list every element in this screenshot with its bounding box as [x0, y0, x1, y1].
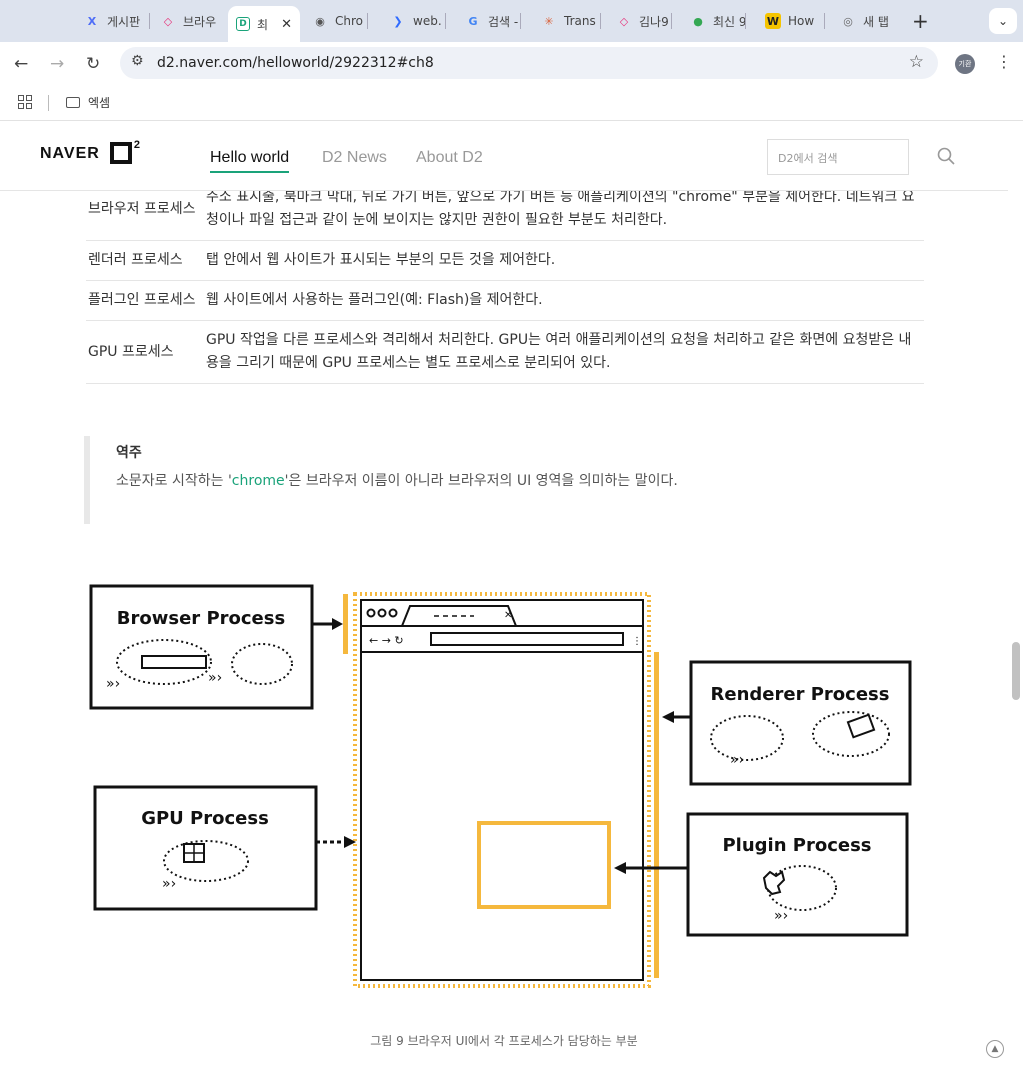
apps-grid-icon[interactable] — [18, 95, 32, 109]
process-desc: 주소 표시줄, 북마크 막대, 뒤로 가기 버튼, 앞으로 가기 버튼 등 애플… — [204, 190, 924, 241]
browser-window-mockup: ✕ ← → ↻ ⋮ — [343, 592, 659, 988]
process-desc: GPU 작업을 다른 프로세스와 격리해서 처리한다. GPU는 여러 애플리케… — [204, 320, 924, 384]
nav-about-d2[interactable]: About D2 — [416, 149, 483, 167]
note-body: 소문자로 시작하는 'chrome'은 브라우저 이름이 아니라 브라우저의 U… — [116, 473, 678, 489]
reload-button[interactable]: ↻ — [86, 54, 100, 74]
chrome-icon: ◎ — [843, 14, 853, 28]
process-name: 플러그인 프로세스 — [86, 280, 204, 321]
svg-text:Browser Process: Browser Process — [117, 608, 285, 629]
table-row: 플러그인 프로세스 웹 사이트에서 사용하는 플러그인(예: Flash)을 제… — [86, 280, 924, 321]
svg-text:Renderer Process: Renderer Process — [711, 684, 890, 705]
table-row: GPU 프로세스 GPU 작업을 다른 프로세스와 격리해서 처리한다. GPU… — [86, 320, 924, 384]
forward-button[interactable]: → — [50, 54, 64, 74]
process-name: GPU 프로세스 — [86, 320, 204, 384]
clickup-icon: ◇ — [163, 14, 173, 28]
close-tab-icon[interactable]: ✕ — [281, 17, 292, 32]
site-search-input[interactable]: D2에서 검색 — [767, 139, 909, 175]
page-scrollbar-thumb[interactable] — [1012, 642, 1020, 700]
url-text[interactable]: d2.naver.com/helloworld/2922312#ch8 — [157, 55, 434, 71]
site-settings-icon[interactable]: ⚙ — [131, 53, 144, 69]
article-content: 브라우저 프로세스 주소 표시줄, 북마크 막대, 뒤로 가기 버튼, 앞으로 … — [0, 190, 1008, 1080]
bookmarks-bar: 엑셈 — [0, 86, 1023, 121]
table-row: 렌더러 프로세스 탭 안에서 웹 사이트가 표시되는 부분의 모든 것을 제어한… — [86, 240, 924, 281]
nav-d2-news[interactable]: D2 News — [322, 149, 387, 167]
page-scrollbar-track[interactable] — [1008, 121, 1023, 1080]
d2-icon: D — [236, 17, 250, 31]
google-icon: G — [468, 14, 478, 28]
clickup-icon: ◇ — [619, 14, 629, 28]
chevron-down-icon: ⌄ — [997, 14, 1009, 28]
svg-text:»›: »› — [208, 670, 222, 686]
svg-text:»›: »› — [162, 876, 176, 892]
w-logo-icon: W — [765, 13, 781, 29]
gpu-process-box: GPU Process »› — [93, 785, 318, 911]
folder-icon — [66, 97, 80, 108]
browser-tab[interactable]: ❯ web. — [390, 8, 446, 34]
chrome-doc-icon: ◉ — [315, 14, 325, 28]
new-tab-button[interactable]: + — [912, 9, 929, 33]
browser-tab[interactable]: G 검색 - — [465, 8, 521, 34]
search-icon[interactable] — [937, 147, 955, 165]
process-name: 브라우저 프로세스 — [86, 190, 204, 241]
back-button[interactable]: ← — [14, 54, 28, 74]
site-header: NAVER 2 Hello world D2 News About D2 D2에… — [0, 121, 1008, 191]
address-bar[interactable]: ⚙ d2.naver.com/helloworld/2922312#ch8 ☆ — [120, 47, 938, 79]
browser-tab[interactable]: X 게시판 — [84, 8, 150, 34]
browser-tab[interactable]: ◇ 김나9 — [616, 8, 672, 34]
browser-tab[interactable]: ◎ 새 탭 — [840, 8, 900, 34]
bookmark-folder[interactable]: 엑셈 — [66, 94, 110, 111]
bookmark-star-icon[interactable]: ☆ — [909, 52, 924, 72]
process-desc: 탭 안에서 웹 사이트가 표시되는 부분의 모든 것을 제어한다. — [204, 240, 924, 281]
nav-hello-world[interactable]: Hello world — [210, 149, 290, 173]
process-table: 브라우저 프로세스 주소 표시줄, 북마크 막대, 뒤로 가기 버튼, 앞으로 … — [86, 190, 924, 384]
svg-text:← → ↻: ← → ↻ — [369, 634, 404, 647]
process-name: 렌더러 프로세스 — [86, 240, 204, 281]
svg-text:»›: »› — [774, 908, 788, 924]
bookmarks-divider — [48, 95, 49, 111]
browser-tab[interactable]: ● 최신 9 — [690, 8, 746, 34]
browser-tab[interactable]: ◉ Chro — [312, 8, 368, 34]
translator-note: 역주 소문자로 시작하는 'chrome'은 브라우저 이름이 아니라 브라우저… — [84, 436, 850, 524]
browser-toolbar: ← → ↻ ⚙ d2.naver.com/helloworld/2922312#… — [0, 42, 1023, 86]
renderer-process-box: Renderer Process »› — [689, 660, 912, 786]
process-desc: 웹 사이트에서 사용하는 플러그인(예: Flash)을 제어한다. — [204, 280, 924, 321]
profile-avatar[interactable]: 기환 — [955, 54, 975, 74]
x-logo-icon: X — [87, 14, 97, 28]
chrome-highlight: chrome — [231, 473, 285, 489]
tab-strip: X 게시판 ◇ 브라우 D 최 ✕ ◉ Chro ❯ web. G 검색 - ✳… — [0, 0, 1023, 42]
browser-tab[interactable]: ◇ 브라우 — [160, 8, 226, 34]
svg-text:Plugin Process: Plugin Process — [722, 835, 871, 856]
svg-text:»›: »› — [730, 752, 744, 768]
note-title: 역주 — [116, 445, 142, 461]
table-row: 브라우저 프로세스 주소 표시줄, 북마크 막대, 뒤로 가기 버튼, 앞으로 … — [86, 190, 924, 241]
browser-tab-active[interactable]: D 최 ✕ — [228, 6, 300, 42]
asterisk-icon: ✳ — [544, 14, 554, 28]
svg-text:✕: ✕ — [504, 610, 512, 621]
figure-caption: 그림 9 브라우저 UI에서 각 프로세스가 담당하는 부분 — [370, 1034, 638, 1048]
arrow-logo-icon: ❯ — [393, 14, 403, 28]
chrome-icon: ● — [693, 14, 703, 28]
browser-process-box: Browser Process »› »› — [89, 584, 314, 710]
plugin-process-box: Plugin Process »› — [686, 812, 909, 937]
d2-logo-mark — [109, 142, 132, 164]
browser-tab[interactable]: ✳ Trans — [541, 8, 601, 34]
process-diagram: Browser Process »› »› GPU Process »› Ren… — [89, 584, 912, 988]
naver-d2-logo[interactable]: NAVER 2 — [40, 139, 141, 164]
scroll-to-top-icon[interactable]: ▲ — [986, 1040, 1004, 1058]
svg-text:»›: »› — [106, 676, 120, 692]
tab-search-button[interactable]: ⌄ — [989, 8, 1017, 34]
browser-menu-icon[interactable]: ⋮ — [996, 52, 1012, 71]
svg-text:GPU Process: GPU Process — [141, 808, 269, 829]
svg-text:⋮: ⋮ — [632, 636, 642, 647]
browser-tab[interactable]: W How — [765, 8, 825, 34]
